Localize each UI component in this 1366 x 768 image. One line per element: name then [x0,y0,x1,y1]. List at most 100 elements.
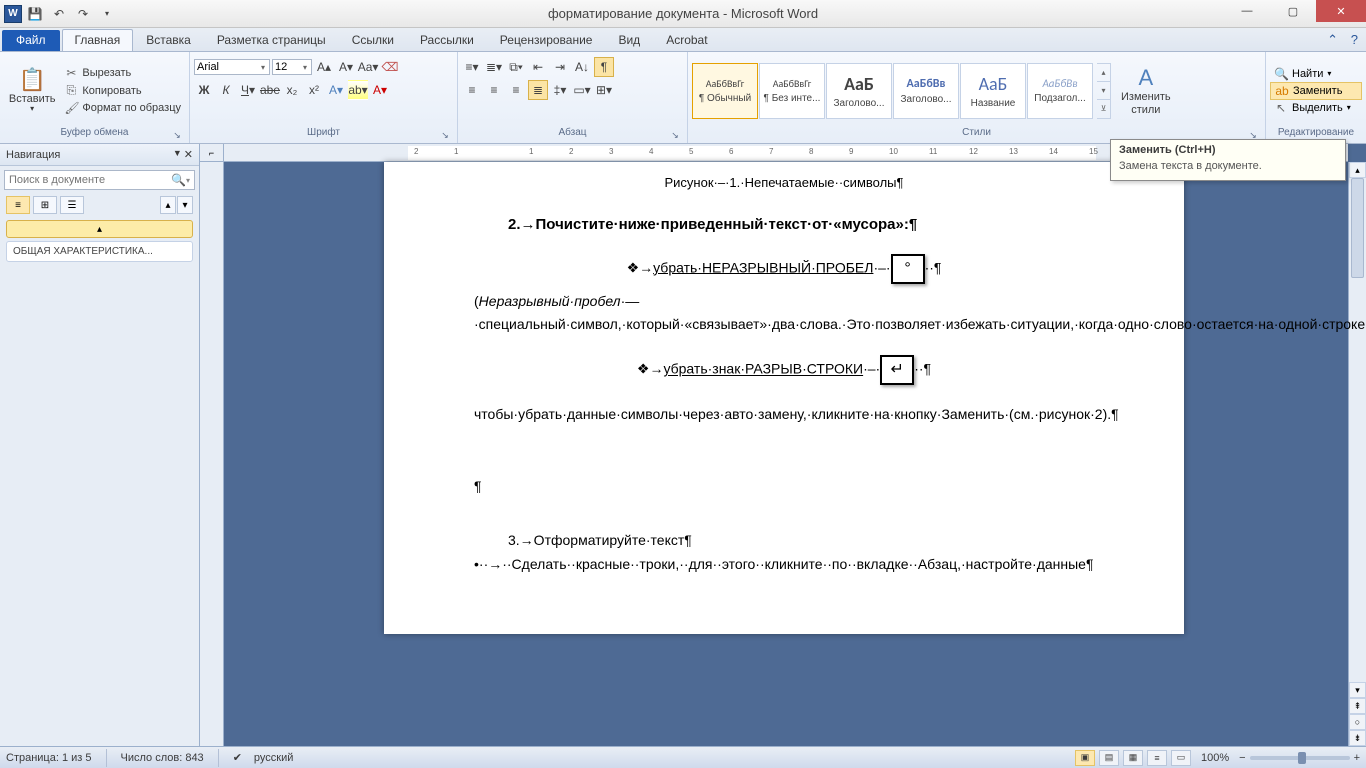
nav-tab-results[interactable]: ☰ [60,196,84,214]
tab-acrobat[interactable]: Acrobat [653,29,720,51]
nav-prev-icon[interactable]: ▴ [160,196,176,214]
chevron-down-icon[interactable]: ▾ [301,63,309,72]
view-outline-icon[interactable]: ≡ [1147,750,1167,766]
shrink-font-icon[interactable]: A▾ [336,57,356,77]
nav-collapse-toggle[interactable]: ▴ [6,220,193,238]
chevron-down-icon[interactable]: ▼ [173,148,182,161]
cut-button[interactable]: ✂Вырезать [60,65,185,81]
nav-heading-item[interactable]: ОБЩАЯ ХАРАКТЕРИСТИКА... [6,241,193,262]
superscript-icon[interactable]: x² [304,80,324,100]
multilevel-icon[interactable]: ⧉▾ [506,57,526,77]
redo-icon[interactable]: ↷ [72,4,94,24]
clipboard-launcher-icon[interactable]: ↘ [171,130,183,142]
replace-button[interactable]: abЗаменить [1270,82,1362,100]
italic-icon[interactable]: К [216,80,236,100]
font-name-combo[interactable]: ▾ [194,59,270,75]
browse-object-icon[interactable]: ○ [1349,714,1366,730]
clear-formatting-icon[interactable]: ⌫ [380,57,400,77]
gallery-more-icon[interactable]: ⊻ [1097,100,1110,117]
ruler-toggle-icon[interactable]: ⌐ [200,144,224,162]
style-subtitle[interactable]: АаБбВвПодзагол... [1027,63,1093,119]
text-effects-icon[interactable]: A▾ [326,80,346,100]
zoom-thumb[interactable] [1298,752,1306,764]
tab-page-layout[interactable]: Разметка страницы [204,29,339,51]
font-color-icon[interactable]: A▾ [370,80,390,100]
scroll-thumb[interactable] [1351,178,1364,278]
view-full-screen-icon[interactable]: ▤ [1099,750,1119,766]
change-case-icon[interactable]: Aa▾ [358,57,378,77]
align-center-icon[interactable]: ≡ [484,80,504,100]
zoom-out-icon[interactable]: − [1239,752,1245,764]
find-button[interactable]: 🔍Найти▾ [1270,66,1362,82]
font-launcher-icon[interactable]: ↘ [439,130,451,142]
highlight-icon[interactable]: ab▾ [348,80,368,100]
line-spacing-icon[interactable]: ‡▾ [550,80,570,100]
increase-indent-icon[interactable]: ⇥ [550,57,570,77]
strikethrough-icon[interactable]: abe [260,80,280,100]
bullets-icon[interactable]: ≡▾ [462,57,482,77]
maximize-button[interactable]: ▢ [1270,0,1316,22]
nav-tab-pages[interactable]: ⊞ [33,196,57,214]
grow-font-icon[interactable]: A▴ [314,57,334,77]
paste-button[interactable]: 📋 Вставить ▾ [4,54,60,127]
ribbon-minimize-icon[interactable]: ⌃ [1327,32,1338,48]
zoom-in-icon[interactable]: + [1354,752,1360,764]
zoom-level[interactable]: 100% [1201,752,1229,764]
proofing-icon[interactable]: ✔ [233,751,242,764]
search-icon[interactable]: 🔍 [171,173,186,187]
style-heading1[interactable]: АаБЗаголово... [826,63,892,119]
scroll-track[interactable] [1349,178,1366,682]
tab-insert[interactable]: Вставка [133,29,204,51]
qat-customize-icon[interactable]: ▾ [96,4,118,24]
scroll-up-icon[interactable]: ▴ [1349,162,1366,178]
paragraph-launcher-icon[interactable]: ↘ [669,130,681,142]
nav-search-input[interactable]: 🔍 ▾ [4,170,195,190]
align-left-icon[interactable]: ≡ [462,80,482,100]
format-painter-button[interactable]: 🖌Формат по образцу [60,100,185,116]
style-heading2[interactable]: АаБбВвЗаголово... [893,63,959,119]
tab-view[interactable]: Вид [605,29,653,51]
word-app-icon[interactable]: W [4,5,22,23]
save-icon[interactable]: 💾 [24,4,46,24]
next-page-icon[interactable]: ⇟ [1349,730,1366,746]
style-normal[interactable]: АаБбВвГг¶ Обычный [692,63,758,119]
style-no-spacing[interactable]: АаБбВвГг¶ Без инте... [759,63,825,119]
bold-icon[interactable]: Ж [194,80,214,100]
chevron-down-icon[interactable]: ▾ [259,63,267,72]
view-draft-icon[interactable]: ▭ [1171,750,1191,766]
font-size-combo[interactable]: ▾ [272,59,312,75]
view-print-layout-icon[interactable]: ▣ [1075,750,1095,766]
status-word-count[interactable]: Число слов: 843 [121,752,204,764]
nav-next-icon[interactable]: ▾ [177,196,193,214]
sort-icon[interactable]: A↓ [572,57,592,77]
help-icon[interactable]: ? [1351,32,1358,47]
gallery-down-icon[interactable]: ▾ [1097,82,1110,100]
document-page[interactable]: Рисунок·–·1.·Непечатаемые··символы¶ 2.→П… [384,162,1184,634]
view-web-icon[interactable]: ▦ [1123,750,1143,766]
scroll-down-icon[interactable]: ▾ [1349,682,1366,698]
subscript-icon[interactable]: x₂ [282,80,302,100]
gallery-up-icon[interactable]: ▴ [1097,64,1110,82]
close-button[interactable]: ✕ [1316,0,1366,22]
justify-icon[interactable]: ≣ [528,80,548,100]
borders-icon[interactable]: ⊞▾ [594,80,614,100]
file-tab[interactable]: Файл [2,30,60,51]
zoom-slider[interactable] [1250,756,1350,760]
style-title[interactable]: АаБНазвание [960,63,1026,119]
copy-button[interactable]: ⎘Копировать [60,82,185,99]
minimize-button[interactable]: — [1224,0,1270,22]
underline-icon[interactable]: Ч▾ [238,80,258,100]
tab-mailings[interactable]: Рассылки [407,29,487,51]
decrease-indent-icon[interactable]: ⇤ [528,57,548,77]
numbering-icon[interactable]: ≣▾ [484,57,504,77]
close-pane-icon[interactable]: ✕ [184,148,193,161]
align-right-icon[interactable]: ≡ [506,80,526,100]
tab-review[interactable]: Рецензирование [487,29,606,51]
show-marks-icon[interactable]: ¶ [594,57,614,77]
select-button[interactable]: ↖Выделить▾ [1270,100,1362,116]
chevron-down-icon[interactable]: ▾ [186,176,190,185]
shading-icon[interactable]: ▭▾ [572,80,592,100]
tab-home[interactable]: Главная [62,29,134,51]
tab-references[interactable]: Ссылки [339,29,407,51]
status-page[interactable]: Страница: 1 из 5 [6,752,92,764]
